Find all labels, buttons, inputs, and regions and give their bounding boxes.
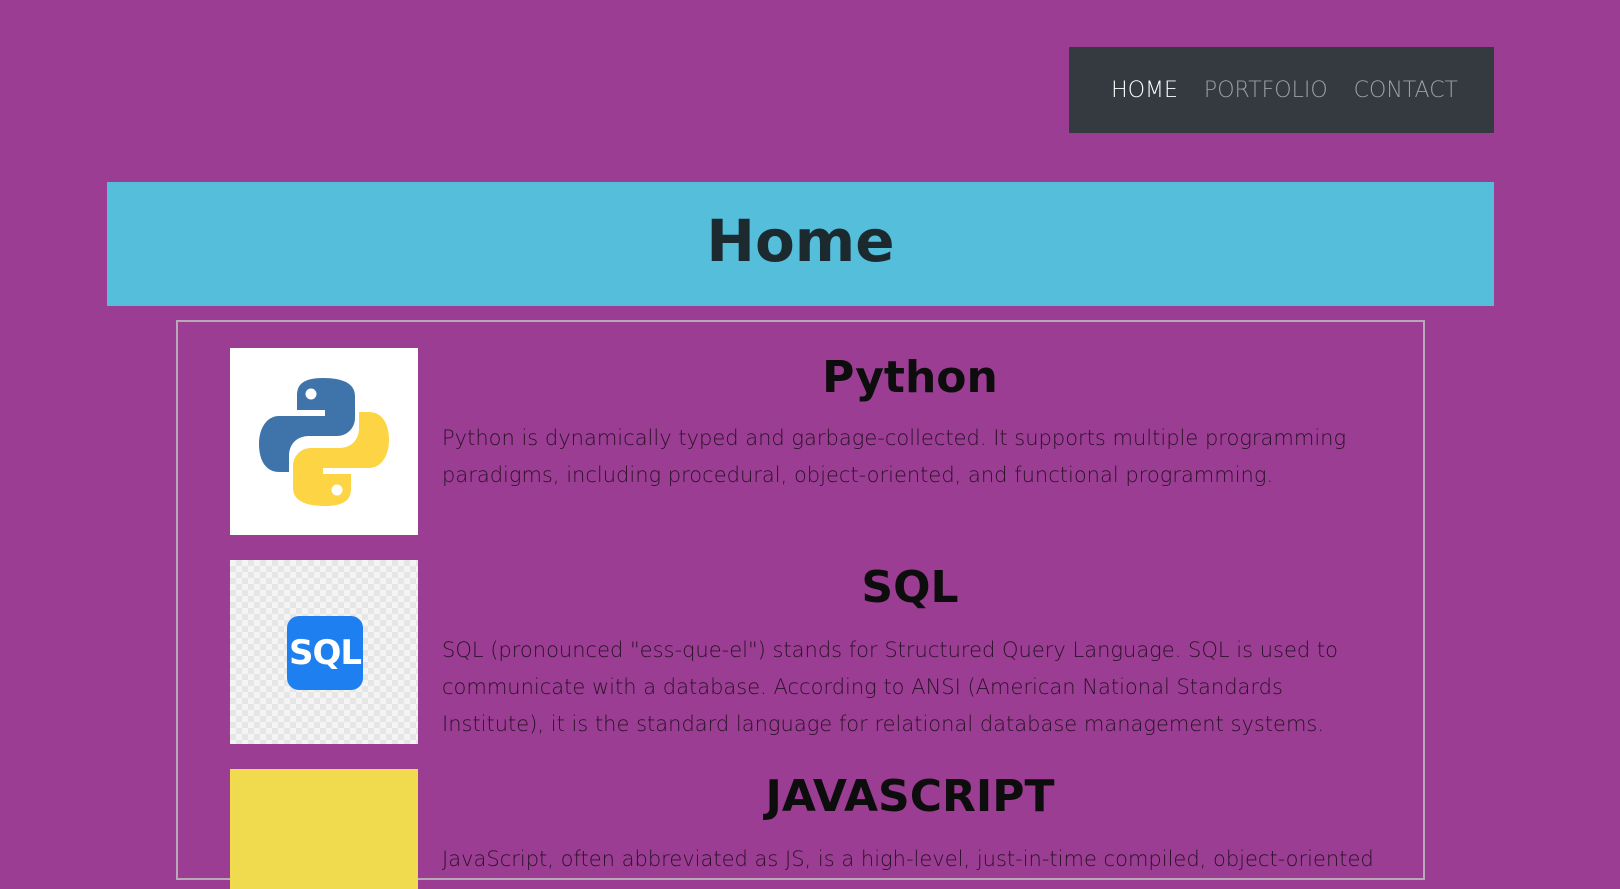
skill-title-javascript: JAVASCRIPT	[765, 771, 1055, 822]
sql-badge-text: SQL	[289, 633, 361, 673]
nav-link-portfolio[interactable]: PORTFOLIO	[1204, 78, 1328, 103]
page-header-banner: Home	[107, 182, 1494, 306]
python-logo-icon	[230, 348, 418, 535]
nav-link-home[interactable]: HOME	[1111, 78, 1178, 103]
top-navbar: HOME PORTFOLIO CONTACT	[1069, 47, 1494, 133]
skill-description-sql: SQL (pronounced "ess-que-el") stands for…	[442, 638, 1338, 736]
skill-description-javascript: JavaScript, often abbreviated as JS, is …	[442, 847, 1374, 871]
javascript-logo-icon	[230, 769, 418, 889]
skill-title-python: Python	[822, 352, 998, 403]
skills-container: Python Python is dynamically typed and g…	[176, 320, 1425, 889]
sql-logo-icon: SQL	[230, 560, 418, 744]
page-title: Home	[706, 207, 895, 275]
skill-description-python: Python is dynamically typed and garbage-…	[442, 426, 1347, 487]
nav-link-contact[interactable]: CONTACT	[1354, 78, 1458, 103]
skill-title-sql: SQL	[861, 562, 959, 613]
